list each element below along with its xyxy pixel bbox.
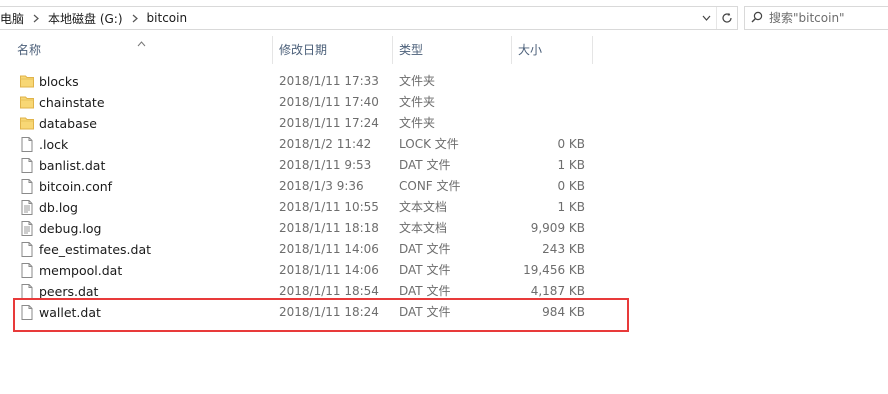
file-type: DAT 文件 — [399, 158, 451, 172]
file-name: wallet.dat — [39, 305, 101, 320]
file-row[interactable]: fee_estimates.dat 2018/1/11 14:06 DAT 文件 24… — [0, 239, 888, 260]
file-list: blocks 2018/1/11 17:33 文件夹 chainstate 2018/… — [0, 71, 888, 323]
file-icon — [19, 283, 35, 300]
file-type: 文件夹 — [399, 116, 436, 130]
file-size: 243 KB — [542, 242, 585, 256]
file-icon — [19, 262, 35, 279]
file-name: banlist.dat — [39, 158, 106, 173]
file-name: blocks — [39, 74, 79, 89]
file-type: 文件夹 — [399, 74, 436, 88]
refresh-button[interactable] — [716, 7, 737, 29]
column-header-row: 名称 修改日期 类型 大小 — [0, 36, 888, 64]
file-modified-date: 2018/1/11 17:33 — [279, 74, 379, 88]
file-modified-date: 2018/1/11 18:24 — [279, 305, 379, 319]
sort-ascending-icon — [137, 36, 146, 50]
folder-row[interactable]: blocks 2018/1/11 17:33 文件夹 — [0, 71, 888, 92]
file-size: 0 KB — [557, 179, 585, 193]
file-modified-date: 2018/1/11 18:18 — [279, 221, 379, 235]
file-name: chainstate — [39, 95, 105, 110]
file-modified-date: 2018/1/2 11:42 — [279, 137, 372, 151]
file-name: bitcoin.conf — [39, 179, 113, 194]
file-name: fee_estimates.dat — [39, 242, 152, 257]
file-type: 文件夹 — [399, 95, 436, 109]
column-header-name-label: 名称 — [17, 43, 42, 57]
column-header-type[interactable]: 类型 — [393, 36, 512, 64]
folder-row[interactable]: chainstate 2018/1/11 17:40 文件夹 — [0, 92, 888, 113]
file-icon — [19, 157, 35, 174]
file-size: 4,187 KB — [530, 284, 585, 298]
folder-row[interactable]: database 2018/1/11 17:24 文件夹 — [0, 113, 888, 134]
file-type: DAT 文件 — [399, 242, 451, 256]
chevron-right-icon[interactable] — [28, 14, 44, 23]
file-modified-date: 2018/1/11 10:55 — [279, 200, 379, 214]
folder-icon — [19, 94, 35, 111]
file-row[interactable]: banlist.dat 2018/1/11 9:53 DAT 文件 1 KB — [0, 155, 888, 176]
folder-icon — [19, 115, 35, 132]
file-name: debug.log — [39, 221, 102, 236]
file-modified-date: 2018/1/11 17:24 — [279, 116, 379, 130]
file-icon — [19, 178, 35, 195]
file-row[interactable]: .lock 2018/1/2 11:42 LOCK 文件 0 KB — [0, 134, 888, 155]
search-input[interactable] — [769, 11, 879, 25]
breadcrumb-item-drive[interactable]: 本地磁盘 (G:) — [44, 10, 127, 27]
file-size — [505, 113, 585, 134]
search-box[interactable] — [744, 6, 888, 30]
file-type: DAT 文件 — [399, 263, 451, 277]
breadcrumb-item-this-pc[interactable]: 电脑 — [0, 10, 28, 27]
search-icon[interactable] — [751, 11, 763, 26]
column-header-type-label: 类型 — [399, 43, 424, 57]
file-size: 0 KB — [557, 137, 585, 151]
file-modified-date: 2018/1/11 14:06 — [279, 242, 379, 256]
file-size: 19,456 KB — [523, 263, 585, 277]
file-icon — [19, 241, 35, 258]
column-header-size[interactable]: 大小 — [512, 36, 593, 64]
file-type: CONF 文件 — [399, 179, 461, 193]
file-name: db.log — [39, 200, 78, 215]
chevron-down-icon — [702, 15, 711, 21]
text-document-icon — [19, 220, 35, 237]
file-type: 文本文档 — [399, 221, 448, 235]
file-name: database — [39, 116, 97, 131]
file-size: 1 KB — [557, 158, 585, 172]
file-size — [505, 92, 585, 113]
file-name: .lock — [39, 137, 69, 152]
file-row[interactable]: mempool.dat 2018/1/11 14:06 DAT 文件 19,456 K… — [0, 260, 888, 281]
file-icon — [19, 136, 35, 153]
file-modified-date: 2018/1/11 18:54 — [279, 284, 379, 298]
file-type: LOCK 文件 — [399, 137, 459, 151]
file-modified-date: 2018/1/11 14:06 — [279, 263, 379, 277]
file-modified-date: 2018/1/11 17:40 — [279, 95, 379, 109]
chevron-right-icon[interactable] — [127, 14, 143, 23]
file-row[interactable]: peers.dat 2018/1/11 18:54 DAT 文件 4,187 KB — [0, 281, 888, 302]
file-row[interactable]: debug.log 2018/1/11 18:18 文本文档 9,909 KB — [0, 218, 888, 239]
file-size: 1 KB — [557, 200, 585, 214]
file-name: peers.dat — [39, 284, 99, 299]
history-dropdown-button[interactable] — [695, 7, 716, 29]
breadcrumb-item-folder[interactable]: bitcoin — [143, 11, 192, 25]
file-type: DAT 文件 — [399, 305, 451, 319]
column-header-size-label: 大小 — [518, 43, 543, 57]
address-bar[interactable]: 电脑 本地磁盘 (G:) bitcoin — [0, 6, 738, 30]
file-size: 9,909 KB — [530, 221, 585, 235]
folder-icon — [19, 73, 35, 90]
file-type: DAT 文件 — [399, 284, 451, 298]
column-header-date[interactable]: 修改日期 — [273, 36, 393, 64]
file-icon — [19, 304, 35, 321]
file-modified-date: 2018/1/3 9:36 — [279, 179, 364, 193]
column-header-date-label: 修改日期 — [279, 43, 328, 57]
refresh-icon — [721, 12, 733, 24]
file-name: mempool.dat — [39, 263, 123, 278]
file-size: 984 KB — [542, 305, 585, 319]
file-row[interactable]: db.log 2018/1/11 10:55 文本文档 1 KB — [0, 197, 888, 218]
file-size — [505, 71, 585, 92]
file-type: 文本文档 — [399, 200, 448, 214]
file-row[interactable]: bitcoin.conf 2018/1/3 9:36 CONF 文件 0 KB — [0, 176, 888, 197]
file-row[interactable]: wallet.dat 2018/1/11 18:24 DAT 文件 984 KB — [0, 302, 888, 323]
text-document-icon — [19, 199, 35, 216]
file-modified-date: 2018/1/11 9:53 — [279, 158, 372, 172]
